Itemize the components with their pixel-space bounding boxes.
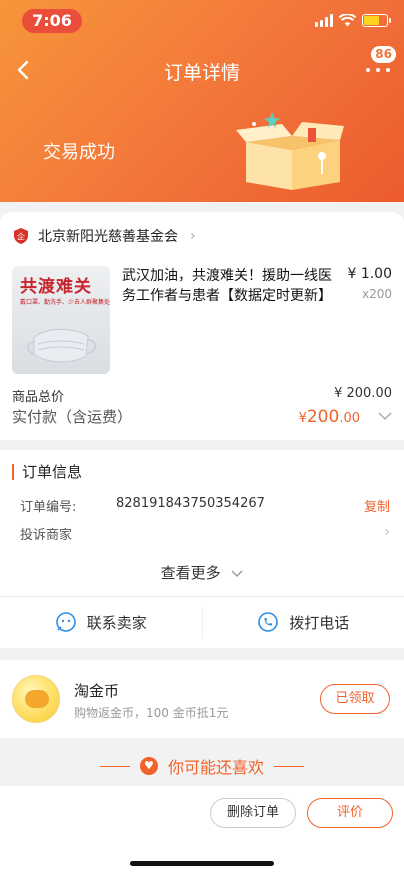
more-icon[interactable] xyxy=(366,62,390,78)
status-time: 7:06 xyxy=(22,9,82,33)
chat-icon xyxy=(55,612,76,632)
paid-decimal: .00 xyxy=(339,410,360,426)
heart-icon: ♥ xyxy=(139,757,158,775)
see-more-label: 查看更多 xyxy=(160,564,221,582)
chevron-right-icon: › xyxy=(384,524,390,540)
shop-link[interactable]: 企 北京新阳光慈善基金会 › xyxy=(12,226,196,246)
status-icons xyxy=(315,13,391,27)
contact-seller-label: 联系卖家 xyxy=(86,613,147,632)
product-price: ¥ 1.00 xyxy=(347,266,392,282)
contact-row: 联系卖家 拨打电话 xyxy=(0,596,404,648)
claimed-button[interactable]: 已领取 xyxy=(320,684,390,714)
goods-total-row: 商品总价 ¥ 200.00 xyxy=(12,386,392,405)
arrow-line-left xyxy=(99,765,130,767)
product-title[interactable]: 武汉加油，共渡难关！援助一线医务工作者与患者【数据定时更新】 xyxy=(122,266,340,306)
coin-title: 淘金币 xyxy=(74,682,120,700)
call-label: 拨打电话 xyxy=(289,613,350,632)
contact-seller-button[interactable]: 联系卖家 xyxy=(0,596,202,648)
wifi-icon xyxy=(339,13,356,26)
order-header: 7:06 订单详情 86 交易成功 xyxy=(0,0,404,202)
gold-coin-icon xyxy=(12,675,60,723)
parcel-box-illustration xyxy=(236,112,344,190)
chevron-down-icon xyxy=(231,570,243,577)
phone-icon xyxy=(258,612,279,632)
shop-logo-icon: 企 xyxy=(14,228,28,244)
order-number-value: 828191843750354267 xyxy=(116,496,265,511)
goods-total-label: 商品总价 xyxy=(12,390,65,405)
order-info-title: 订单信息 xyxy=(12,464,82,480)
product-quantity: x200 xyxy=(361,287,392,301)
mask-icon xyxy=(27,329,96,363)
complaint-row[interactable]: 投诉商家 › xyxy=(20,524,390,543)
paid-row[interactable]: 实付款（含运费） ¥200.00 xyxy=(12,406,392,427)
order-number-label: 订单编号: xyxy=(20,500,77,515)
call-button[interactable]: 拨打电话 xyxy=(203,596,404,648)
chevron-down-icon[interactable] xyxy=(378,412,392,421)
delete-order-button[interactable]: 删除订单 xyxy=(210,798,296,828)
home-indicator[interactable] xyxy=(130,861,274,866)
see-more-button[interactable]: 查看更多 xyxy=(0,562,404,583)
bottom-action-bar: 删除订单 评价 xyxy=(0,786,404,875)
paid-integer: 200 xyxy=(306,406,340,427)
copy-button[interactable]: 复制 xyxy=(364,496,390,515)
order-number-row: 订单编号: 828191843750354267 复制 xyxy=(20,496,390,515)
product-image[interactable]: 共渡难关 戴口罩、勤洗手、少去人群聚集处 xyxy=(12,266,110,374)
signal-icon xyxy=(315,13,333,27)
trade-status: 交易成功 xyxy=(43,142,115,163)
taojinbi-card: 淘金币 购物返金币，100 金币抵1元 已领取 xyxy=(0,660,404,738)
goods-total-value: ¥ 200.00 xyxy=(334,386,392,401)
complaint-label: 投诉商家 xyxy=(20,528,73,543)
message-badge: 86 xyxy=(371,46,396,63)
shop-name: 北京新阳光慈善基金会 xyxy=(38,229,178,245)
svg-text:企: 企 xyxy=(17,232,25,242)
recommend-heading: ♥ 你可能还喜欢 xyxy=(0,754,404,778)
recommend-label: 你可能还喜欢 xyxy=(167,758,264,777)
review-button[interactable]: 评价 xyxy=(307,798,393,828)
paid-amount: ¥200.00 xyxy=(299,407,392,427)
paid-label: 实付款（含运费） xyxy=(12,408,133,426)
coin-subtitle: 购物返金币，100 金币抵1元 xyxy=(74,706,229,720)
order-info-card: 订单信息 订单编号: 828191843750354267 复制 投诉商家 › … xyxy=(0,450,404,648)
page-title: 订单详情 xyxy=(163,62,240,84)
battery-icon xyxy=(362,13,391,27)
chevron-right-icon: › xyxy=(190,228,196,244)
paid-currency: ¥ xyxy=(298,410,307,426)
arrow-line-right xyxy=(274,765,304,767)
